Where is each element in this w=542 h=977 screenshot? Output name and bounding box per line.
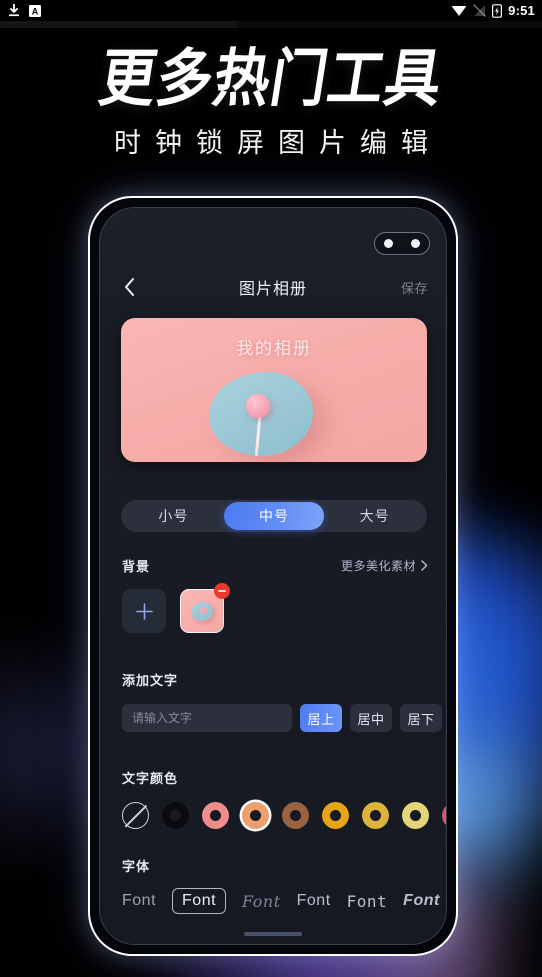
signal-icon [473,4,487,17]
promo-screenshot: A 9:51 更多热门工具 时钟锁屏图片编辑 图片相册 保存 我的相册 小号 中… [0,0,542,977]
background-section-title: 背景 [122,560,151,575]
status-bar: A 9:51 [0,0,542,21]
color-swatch[interactable] [402,802,429,829]
phone-mockup: 图片相册 保存 我的相册 小号 中号 大号 背景 更多美化素材 添加文字 请输入… [88,196,458,956]
size-tab-small[interactable]: 小号 [123,502,224,530]
align-bottom-button[interactable]: 居下 [400,704,442,732]
minus-badge-icon [218,590,226,592]
album-preview-card[interactable]: 我的相册 [121,318,427,462]
screen-bottom-fade [100,918,446,944]
page-subtitle: 时钟锁屏图片编辑 [114,128,442,159]
font-option[interactable]: Font [297,892,331,910]
font-option[interactable]: Font [122,892,156,910]
save-button[interactable]: 保存 [401,278,428,297]
font-option[interactable]: Font [347,892,388,911]
text-color-section: 文字颜色 [108,768,446,829]
font-section: 字体 Font Font Font Font Font Font Font [108,856,446,914]
back-button[interactable] [118,276,140,298]
color-swatch[interactable] [322,802,349,829]
add-text-row: 居上 居中 居下 [122,704,442,732]
background-tiles [122,583,428,633]
status-bar-clock: 9:51 [508,3,535,18]
battery-charging-icon [492,3,503,18]
add-text-section-title: 添加文字 [122,674,179,689]
app-screen: 图片相册 保存 我的相册 小号 中号 大号 背景 更多美化素材 添加文字 请输入… [100,208,446,944]
a-badge-icon: A [29,4,41,17]
album-preview-title: 我的相册 [236,339,312,359]
more-materials-link[interactable]: 更多美化素材 [341,557,428,574]
align-top-button[interactable]: 居上 [300,704,342,732]
color-swatch[interactable] [442,802,446,829]
plus-icon [135,602,153,620]
home-indicator [244,932,302,936]
color-swatch[interactable] [202,802,229,829]
phone-screen: 图片相册 保存 我的相册 小号 中号 大号 背景 更多美化素材 添加文字 请输入… [99,207,447,945]
background-section-header: 背景 更多美化素材 [122,556,428,575]
thumbnail-lollipop-ball [200,607,207,614]
app-navbar: 图片相册 保存 [100,270,446,304]
status-bar-left-icons: A [0,4,41,17]
chevron-right-icon [421,560,428,571]
background-section: 背景 更多美化素材 [122,556,428,633]
no-color-icon[interactable] [122,802,149,829]
more-materials-label: 更多美化素材 [340,559,416,573]
color-swatch-selected[interactable] [242,802,269,829]
align-middle-button[interactable]: 居中 [350,704,392,732]
add-background-button[interactable] [122,589,166,633]
text-color-section-title: 文字颜色 [122,772,179,787]
screen-title: 图片相册 [238,279,307,298]
remove-background-badge[interactable] [214,583,230,599]
font-option[interactable]: Font [242,892,281,911]
font-option[interactable]: Font [403,892,440,910]
wifi-icon [451,6,467,16]
svg-text:A: A [32,6,39,16]
color-swatch[interactable] [362,802,389,829]
page-title: 更多热门工具 [94,43,448,116]
color-swatch-row [108,802,446,829]
size-tab-large[interactable]: 大号 [324,502,425,530]
download-icon [9,4,19,17]
preview-lollipop-ball [246,394,270,418]
add-text-section: 添加文字 居上 居中 居下 [122,670,442,732]
color-swatch[interactable] [162,802,189,829]
camera-punchhole [374,232,430,255]
status-bar-underline [0,21,542,28]
font-options-row: Font Font Font Font Font Font Font [108,888,446,914]
text-input[interactable] [122,704,292,732]
background-thumbnail[interactable] [180,583,230,633]
color-swatch[interactable] [282,802,309,829]
chevron-left-icon [124,278,134,296]
font-section-title: 字体 [122,860,151,875]
size-tab-medium[interactable]: 中号 [223,502,325,530]
camera-lens-icon [384,239,393,248]
size-segmented-control[interactable]: 小号 中号 大号 [121,500,427,532]
status-bar-right-icons: 9:51 [451,3,542,18]
font-option-selected[interactable]: Font [172,888,227,914]
camera-lens-icon [411,239,420,248]
promo-headline-block: 更多热门工具 时钟锁屏图片编辑 [0,43,542,159]
